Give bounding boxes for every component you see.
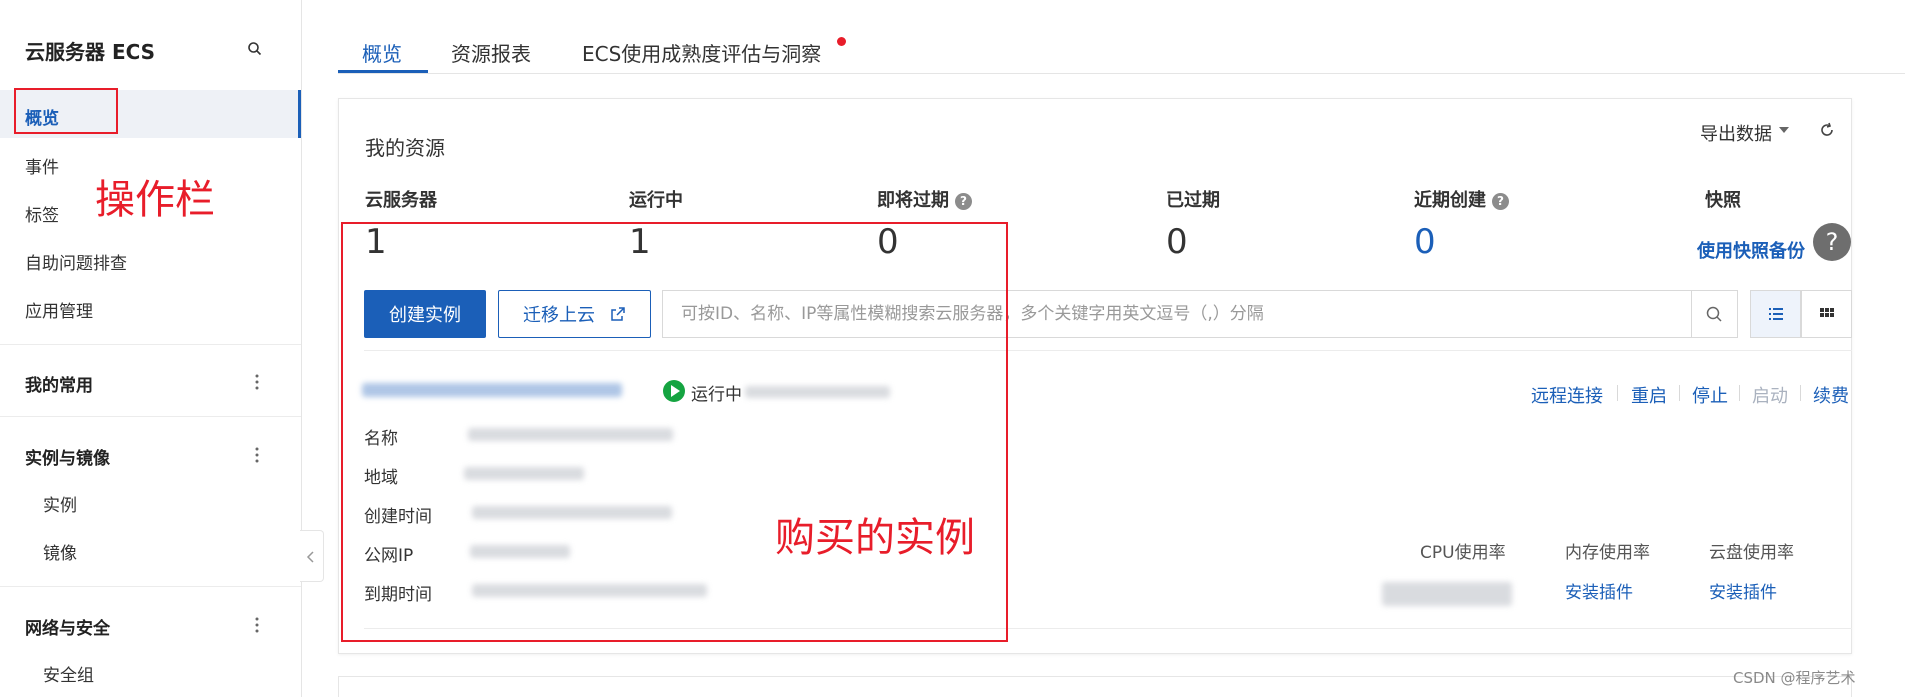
install-plugin-link[interactable]: 安装插件 (1709, 578, 1777, 603)
restart-link[interactable]: 重启 (1631, 382, 1667, 408)
sidebar-group-instances-images[interactable]: 实例与镜像 (25, 444, 110, 469)
stat-label-expiring: 即将过期? (877, 186, 972, 212)
instance-annotation: 购买的实例 (775, 515, 975, 561)
start-link[interactable]: 启动 (1752, 382, 1788, 408)
grid-view-toggle[interactable] (1801, 290, 1852, 338)
sidebar-title: 云服务器 ECS (25, 40, 156, 64)
sidebar-item-instances[interactable]: 实例 (43, 491, 77, 516)
redacted-chart (1382, 582, 1512, 606)
annotation-box (14, 88, 118, 134)
cpu-usage-label: CPU使用率 (1420, 543, 1506, 563)
divider (1617, 385, 1618, 401)
install-plugin-link[interactable]: 安装插件 (1565, 578, 1633, 603)
tab-resource-report[interactable]: 资源报表 (451, 38, 531, 67)
notification-dot (837, 37, 846, 46)
stat-label-snapshot: 快照 (1705, 190, 1741, 211)
sidebar-item-images[interactable]: 镜像 (43, 539, 77, 564)
renew-link[interactable]: 续费 (1813, 382, 1849, 408)
active-indicator (298, 90, 301, 138)
annotation-box (341, 222, 1008, 642)
watermark: CSDN @程序艺术 (1733, 669, 1856, 687)
sidebar-item-security-group[interactable]: 安全组 (43, 661, 94, 686)
list-icon (1769, 308, 1783, 320)
stat-label-text: 即将过期 (877, 190, 949, 211)
divider (1679, 385, 1680, 401)
stat-value-expired[interactable]: 0 (1166, 222, 1188, 262)
stat-value-recent[interactable]: 0 (1414, 222, 1436, 262)
stat-label-text: 近期创建 (1414, 190, 1486, 211)
help-icon[interactable]: ? (1813, 223, 1851, 261)
divider (0, 416, 301, 417)
sidebar-annotation: 操作栏 (95, 177, 215, 223)
list-view-toggle[interactable] (1750, 290, 1801, 338)
sidebar-item-events[interactable]: 事件 (25, 153, 59, 178)
stat-label-expired: 已过期 (1166, 190, 1220, 211)
search-icon (1706, 306, 1722, 322)
sidebar-collapse-button[interactable] (300, 530, 324, 582)
refresh-icon[interactable] (1817, 120, 1837, 140)
more-vertical-icon[interactable] (254, 446, 260, 464)
stat-label-running: 运行中 (629, 190, 683, 211)
sidebar-item-tags[interactable]: 标签 (25, 201, 59, 226)
divider (1739, 385, 1740, 401)
stop-link[interactable]: 停止 (1692, 382, 1728, 408)
stat-label-servers: 云服务器 (365, 190, 437, 211)
more-vertical-icon[interactable] (254, 373, 260, 391)
tab-maturity-assessment[interactable]: ECS使用成熟度评估与洞察 (582, 38, 821, 67)
memory-usage-label: 内存使用率 (1565, 543, 1650, 563)
stat-label-recent: 近期创建? (1414, 186, 1509, 212)
help-icon[interactable]: ? (1492, 193, 1509, 210)
divider (1800, 385, 1801, 401)
sidebar: 云服务器 ECS 概览 事件 标签 自助问题排查 应用管理 操作栏 我的常用 实… (0, 0, 302, 697)
search-button[interactable] (1691, 290, 1738, 338)
tab-overview[interactable]: 概览 (362, 38, 402, 67)
chevron-left-icon (306, 551, 314, 563)
sidebar-item-troubleshoot[interactable]: 自助问题排查 (25, 249, 127, 274)
snapshot-backup-link[interactable]: 使用快照备份 (1697, 237, 1805, 263)
search-icon[interactable] (246, 40, 264, 58)
divider (0, 344, 301, 345)
help-icon[interactable]: ? (955, 193, 972, 210)
caret-down-icon[interactable] (1779, 127, 1789, 133)
divider (0, 586, 301, 587)
sidebar-group-network-security[interactable]: 网络与安全 (25, 614, 110, 639)
disk-usage-label: 云盘使用率 (1709, 543, 1794, 563)
next-card (338, 676, 1852, 697)
export-data-dropdown[interactable]: 导出数据 (1700, 120, 1772, 146)
remote-connect-link[interactable]: 远程连接 (1531, 382, 1603, 408)
divider (338, 73, 1905, 74)
sidebar-group-favorites[interactable]: 我的常用 (25, 371, 93, 396)
sidebar-item-app-management[interactable]: 应用管理 (25, 297, 93, 322)
grid-icon (1820, 308, 1834, 317)
section-title: 我的资源 (365, 136, 445, 160)
more-vertical-icon[interactable] (254, 616, 260, 634)
